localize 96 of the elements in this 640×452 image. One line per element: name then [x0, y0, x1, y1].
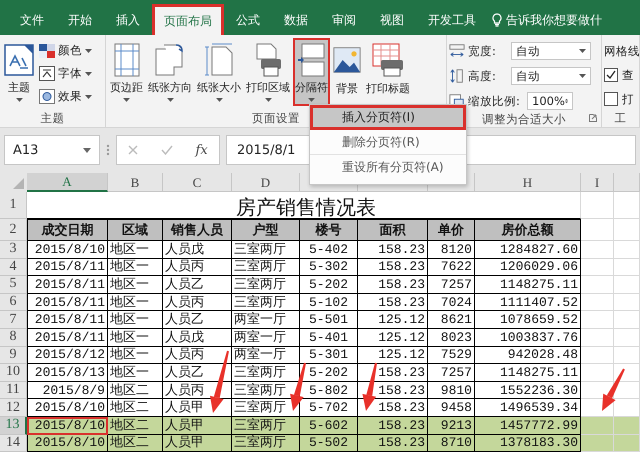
- table-cell: 1111407.52: [475, 294, 581, 312]
- table-cell: 人员戊: [163, 328, 232, 347]
- table-cell: 158.23: [358, 258, 428, 276]
- field-label: 宽度:: [468, 44, 497, 58]
- table-cell: 人员乙: [163, 311, 232, 329]
- table-cell: 8621: [428, 311, 475, 329]
- checkbox-label: 打: [622, 92, 634, 106]
- table-cell: 158.23: [358, 276, 428, 294]
- table-cell: 地区一: [108, 364, 163, 382]
- column-heading-cell: 房价总额: [475, 219, 581, 241]
- table-cell: 5-102: [300, 294, 358, 312]
- field-label: 高度:: [468, 68, 497, 84]
- table-cell: 1078659.52: [475, 311, 581, 329]
- table-cell: 1003837.76: [475, 328, 581, 347]
- table-cell: 人员戊: [163, 241, 232, 259]
- group-label: 主题: [40, 110, 64, 126]
- table-cell: 7529: [428, 346, 475, 364]
- table-cell: 5-401: [300, 328, 358, 347]
- table-cell: 三室两厅: [232, 434, 300, 452]
- column-heading-cell: 户型: [232, 219, 300, 241]
- table-cell: 7024: [428, 294, 475, 312]
- table-cell: 125.12: [358, 311, 428, 329]
- table-cell: 2015/8/10: [27, 434, 108, 452]
- column-heading-cell: 区域: [108, 219, 163, 241]
- table-cell: 2015/8/11: [27, 328, 108, 347]
- table-cell: 2015/8/9: [27, 382, 108, 400]
- table-cell: 人员乙: [163, 276, 232, 294]
- table-cell: 地区一: [108, 294, 163, 312]
- table-cell: 2015/8/13: [27, 364, 108, 382]
- column-heading-cell: 面积: [358, 219, 428, 241]
- table-cell: 地区一: [108, 241, 163, 259]
- group-label: 页面设置: [252, 110, 300, 126]
- table-cell: 7257: [428, 364, 475, 382]
- table-cell: 1284827.60: [475, 241, 581, 259]
- table-cell: 942028.48: [475, 346, 581, 364]
- table-cell: 9213: [428, 416, 475, 435]
- table-cell: 地区二: [108, 416, 163, 435]
- table-cell: 人员甲: [163, 434, 232, 452]
- table-cell: 三室两厅: [232, 294, 300, 312]
- table-cell: 5-302: [300, 258, 358, 276]
- table-cell: 地区一: [108, 276, 163, 294]
- table-cell: 地区一: [108, 258, 163, 276]
- table-cell: 2015/8/11: [27, 294, 108, 312]
- table-cell: 125.12: [358, 328, 428, 347]
- column-heading-cell: 单价: [428, 219, 475, 241]
- table-cell: 7622: [428, 258, 475, 276]
- table-cell: 2015/8/11: [27, 311, 108, 329]
- table-cell: 人员丙: [163, 258, 232, 276]
- table-cell: 125.12: [358, 346, 428, 364]
- table-cell: 2015/8/11: [27, 276, 108, 294]
- group-label: 工: [614, 111, 626, 126]
- table-cell: 地区二: [108, 434, 163, 452]
- table-cell: 人员甲: [163, 416, 232, 435]
- group-label: 调整为合适大小: [482, 112, 566, 127]
- table-cell: 8710: [428, 434, 475, 452]
- table-cell: 5-602: [300, 416, 358, 435]
- table-cell: 1378183.30: [475, 434, 581, 452]
- table-cell: 1552236.30: [475, 382, 581, 400]
- table-cell: 8120: [428, 241, 475, 259]
- column-heading-cell: 销售人员: [163, 219, 232, 241]
- table-cell: 158.23: [358, 416, 428, 435]
- table-cell: 7257: [428, 276, 475, 294]
- checkbox-label: 查: [622, 68, 634, 82]
- table-cell: 三室两厅: [232, 276, 300, 294]
- table-cell: 5-301: [300, 346, 358, 364]
- table-cell: 158.23: [358, 434, 428, 452]
- table-cell: 5-402: [300, 241, 358, 259]
- table-cell: 5-502: [300, 434, 358, 452]
- table-cell: 158.23: [358, 294, 428, 312]
- table-cell: 三室两厅: [232, 258, 300, 276]
- table-cell: 人员丙: [163, 294, 232, 312]
- table-cell: 2015/8/10: [27, 241, 108, 259]
- table-cell: 5-501: [300, 311, 358, 329]
- table-cell: 地区一: [108, 328, 163, 347]
- table-cell: 2015/8/11: [27, 258, 108, 276]
- table-cell: 三室两厅: [232, 241, 300, 259]
- table-cell: 两室一厅: [232, 328, 300, 347]
- table-cell: 8023: [428, 328, 475, 347]
- table-cell: 1457772.99: [475, 416, 581, 435]
- table-cell: 两室一厅: [232, 346, 300, 364]
- table-cell: 1148275.11: [475, 276, 581, 294]
- table-cell: 2015/8/12: [27, 346, 108, 364]
- column-heading-cell: 成交日期: [27, 219, 108, 241]
- table-cell: 地区二: [108, 382, 163, 400]
- table-cell: 2015/8/10: [27, 416, 108, 435]
- column-heading-cell: 楼号: [300, 219, 358, 241]
- table-cell: 三室两厅: [232, 416, 300, 435]
- field-label: 缩放比例:: [468, 94, 521, 108]
- table-cell: 5-202: [300, 276, 358, 294]
- table-cell: 158.23: [358, 241, 428, 259]
- table-cell: 地区一: [108, 311, 163, 329]
- table-cell: 1206029.06: [475, 258, 581, 276]
- table-cell: 两室一厅: [232, 311, 300, 329]
- table-cell: 地区一: [108, 346, 163, 364]
- table-cell: 9810: [428, 382, 475, 400]
- table-cell: 1148275.11: [475, 364, 581, 382]
